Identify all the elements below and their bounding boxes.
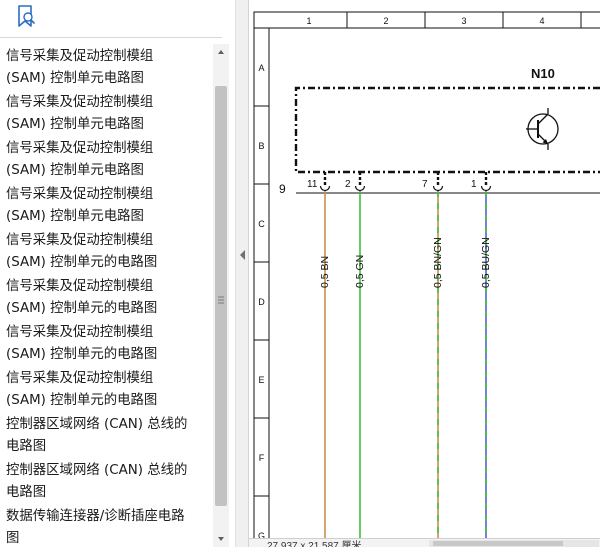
bookmark-title-line2: (SAM) 控制单元的电路图 bbox=[6, 255, 158, 270]
bookmark-title-line2: 图 bbox=[6, 531, 20, 546]
wire-label: 0,5 GN bbox=[354, 255, 366, 288]
pin-number: 1 bbox=[471, 179, 477, 190]
component-housing bbox=[294, 86, 600, 174]
collapse-panel-arrow-icon[interactable] bbox=[238, 248, 248, 260]
column-label: 1 bbox=[306, 16, 311, 26]
scroll-up-arrow-icon[interactable] bbox=[213, 44, 229, 60]
bookmark-item[interactable]: 信号采集及促动控制模组 (SAM) 控制单元的电路图 bbox=[0, 274, 213, 320]
connector-pin: 11 bbox=[307, 172, 331, 192]
bookmark-item[interactable]: 数据传输连接器/诊断插座电路图 bbox=[0, 504, 213, 547]
bookmark-item[interactable]: 信号采集及促动控制模组 (SAM) 控制单元的电路图 bbox=[0, 366, 213, 412]
bookmark-title-line2: (SAM) 控制单元电路图 bbox=[6, 163, 144, 178]
horizontal-scrollbar[interactable] bbox=[429, 540, 599, 547]
page-size-readout: 27,937 x 21,587 厘米 bbox=[267, 541, 362, 547]
bookmark-title-line1: 信号采集及促动控制模组 bbox=[6, 233, 154, 248]
bookmark-item[interactable]: 信号采集及促动控制模组 (SAM) 控制单元电路图 bbox=[0, 90, 213, 136]
row-label: F bbox=[259, 453, 265, 463]
scroll-down-arrow-icon[interactable] bbox=[213, 531, 229, 547]
bookmark-title-line1: 信号采集及促动控制模组 bbox=[6, 95, 154, 110]
wire-bu-gn: 0,5 BU/GN bbox=[480, 191, 492, 547]
wire-bn-gn: 0,5 BN/GN bbox=[432, 191, 444, 547]
row-label: D bbox=[258, 297, 265, 307]
column-label: 4 bbox=[539, 16, 544, 26]
bookmark-title-line2: 电路图 bbox=[6, 485, 47, 500]
pin-number: 11 bbox=[307, 179, 318, 190]
wire-label: 0,5 BN bbox=[319, 256, 331, 288]
wire-label: 0,5 BU/GN bbox=[480, 237, 492, 288]
panel-splitter[interactable] bbox=[235, 0, 249, 547]
bookmark-title-line1: 控制器区域网络 (CAN) 总线的 bbox=[6, 463, 188, 478]
bookmark-title-line2: (SAM) 控制单元电路图 bbox=[6, 71, 144, 86]
bookmark-item[interactable]: 信号采集及促动控制模组 (SAM) 控制单元的电路图 bbox=[0, 228, 213, 274]
wire-bn: 0,5 BN bbox=[319, 191, 331, 547]
row-label: E bbox=[258, 375, 264, 385]
row-label: C bbox=[258, 219, 265, 229]
pin-number: 2 bbox=[345, 179, 351, 190]
document-view[interactable]: 1 2 3 4 A B C D E F G N10 9 11 2 7 1 0,5… bbox=[249, 0, 600, 547]
bookmark-title-line1: 数据传输连接器/诊断插座电路 bbox=[6, 509, 185, 524]
horizontal-scrollbar-thumb[interactable] bbox=[433, 541, 563, 546]
bookmarks-panel: 信号采集及促动控制模组 (SAM) 控制单元电路图 信号采集及促动控制模组 (SAM… bbox=[0, 0, 235, 547]
bookmark-title-line2: (SAM) 控制单元电路图 bbox=[6, 117, 144, 132]
row-label: A bbox=[258, 63, 264, 73]
bookmark-title-line1: 信号采集及促动控制模组 bbox=[6, 141, 154, 156]
wiring-diagram: 1 2 3 4 A B C D E F G N10 9 11 2 7 1 0,5… bbox=[253, 11, 600, 547]
transistor-icon bbox=[526, 108, 559, 150]
bookmark-title-line1: 信号采集及促动控制模组 bbox=[6, 187, 154, 202]
wire-gn: 0,5 GN bbox=[354, 191, 366, 547]
grip-icon bbox=[218, 291, 224, 304]
bookmark-title-line1: 控制器区域网络 (CAN) 总线的 bbox=[6, 417, 188, 432]
bookmark-title-line2: (SAM) 控制单元的电路图 bbox=[6, 347, 158, 362]
bookmarks-toolbar bbox=[0, 0, 222, 38]
bookmark-title-line2: (SAM) 控制单元的电路图 bbox=[6, 301, 158, 316]
column-label: 3 bbox=[461, 16, 466, 26]
component-label: N10 bbox=[531, 66, 555, 81]
bookmark-item[interactable]: 控制器区域网络 (CAN) 总线的 电路图 bbox=[0, 412, 213, 458]
bookmark-title-line1: 信号采集及促动控制模组 bbox=[6, 279, 154, 294]
bookmark-title-line2: (SAM) 控制单元电路图 bbox=[6, 209, 144, 224]
bookmark-title-line2: (SAM) 控制单元的电路图 bbox=[6, 393, 158, 408]
row-label: B bbox=[258, 141, 264, 151]
bookmark-item[interactable]: 信号采集及促动控制模组 (SAM) 控制单元电路图 bbox=[0, 136, 213, 182]
bookmark-title-line2: 电路图 bbox=[6, 439, 47, 454]
bookmark-title-line1: 信号采集及促动控制模组 bbox=[6, 49, 154, 64]
connector-pin: 1 bbox=[471, 172, 492, 192]
drawing-frame bbox=[253, 11, 600, 547]
connector-label: 9 bbox=[279, 182, 286, 196]
bookmark-item[interactable]: 信号采集及促动控制模组 (SAM) 控制单元的电路图 bbox=[0, 320, 213, 366]
bookmark-item[interactable]: 信号采集及促动控制模组 (SAM) 控制单元电路图 bbox=[0, 44, 213, 90]
bookmark-options-icon[interactable] bbox=[14, 4, 38, 30]
bookmark-item[interactable]: 控制器区域网络 (CAN) 总线的 电路图 bbox=[0, 458, 213, 504]
connector-pin: 7 bbox=[422, 172, 444, 192]
scrollbar-thumb[interactable] bbox=[215, 86, 227, 506]
wire-label: 0,5 BN/GN bbox=[432, 237, 444, 288]
status-bar: 27,937 x 21,587 厘米 bbox=[249, 538, 600, 547]
bookmarks-scrollbar[interactable] bbox=[213, 44, 229, 547]
bookmark-title-line1: 信号采集及促动控制模组 bbox=[6, 371, 154, 386]
bookmark-item[interactable]: 信号采集及促动控制模组 (SAM) 控制单元电路图 bbox=[0, 182, 213, 228]
column-label: 2 bbox=[383, 16, 388, 26]
pin-number: 7 bbox=[422, 179, 428, 190]
bookmark-title-line1: 信号采集及促动控制模组 bbox=[6, 325, 154, 340]
connector-pin: 2 bbox=[345, 172, 366, 192]
bookmark-list: 信号采集及促动控制模组 (SAM) 控制单元电路图 信号采集及促动控制模组 (SAM… bbox=[0, 44, 213, 547]
